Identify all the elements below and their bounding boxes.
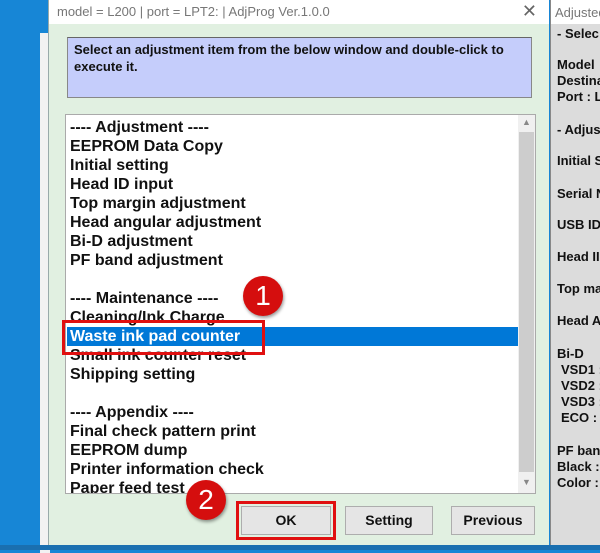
list-item[interactable]: EEPROM dump — [70, 441, 187, 460]
scroll-down-icon[interactable]: ▼ — [518, 477, 535, 487]
window-title: model = L200 | port = LPT2: | AdjProg Ve… — [57, 4, 330, 19]
list-item[interactable]: Head angular adjustment — [70, 213, 261, 232]
right-window-line: PF ban — [557, 443, 600, 458]
right-window-line: VSD2 : — [561, 378, 600, 393]
close-icon[interactable]: ✕ — [522, 1, 537, 22]
highlight-box-ok — [236, 501, 336, 540]
right-window-line: Serial N — [557, 186, 600, 201]
right-window-line: Port : L — [557, 89, 600, 104]
scrollbar[interactable]: ▲ ▼ — [518, 115, 535, 493]
right-window-line: Model — [557, 57, 595, 72]
step-badge-1: 1 — [243, 276, 283, 316]
highlight-box-selected-item — [62, 320, 265, 355]
list-item[interactable]: Bi-D adjustment — [70, 232, 193, 251]
scroll-thumb[interactable] — [519, 132, 534, 472]
list-item[interactable]: Shipping setting — [70, 365, 195, 384]
right-window-line: Head A — [557, 313, 600, 328]
list-item[interactable]: Printer information check — [70, 460, 264, 479]
right-window-line: Black : — [557, 459, 600, 474]
right-window-line: VSD3 : — [561, 394, 600, 409]
list-item[interactable]: Final check pattern print — [70, 422, 256, 441]
right-window-line: Head II — [557, 249, 600, 264]
previous-button[interactable]: Previous — [451, 506, 535, 535]
right-window-line: ECO : — [561, 410, 598, 425]
list-item[interactable]: Paper feed test — [70, 479, 185, 493]
right-window-line: Destina — [557, 73, 600, 88]
adjusted-items-window: Adjusted - Selec ModelDestinaPort : L - Ad… — [550, 0, 600, 550]
adjprog-window: model = L200 | port = LPT2: | AdjProg Ve… — [48, 0, 549, 545]
right-window-line: Initial S — [557, 153, 600, 168]
right-window-line: Top ma — [557, 281, 600, 296]
list-item[interactable]: PF band adjustment — [70, 251, 223, 270]
right-window-line: - Selec — [557, 26, 599, 41]
list-item[interactable]: Top margin adjustment — [70, 194, 246, 213]
list-item[interactable]: EEPROM Data Copy — [70, 137, 223, 156]
list-item[interactable]: Head ID input — [70, 175, 173, 194]
list-item[interactable]: ---- Maintenance ---- — [70, 289, 218, 308]
setting-button[interactable]: Setting — [345, 506, 433, 535]
right-window-line: VSD1 : — [561, 362, 600, 377]
right-window-line: Color : — [557, 475, 599, 490]
scroll-up-icon[interactable]: ▲ — [518, 117, 535, 127]
right-window-line: USB ID — [557, 217, 600, 232]
list-item[interactable]: ---- Adjustment ---- — [70, 118, 209, 137]
step-badge-2: 2 — [186, 480, 226, 520]
right-window-title: Adjusted — [551, 0, 600, 24]
title-bar: model = L200 | port = LPT2: | AdjProg Ve… — [49, 0, 549, 24]
taskbar-edge — [0, 545, 600, 550]
right-window-line: Bi-D — [557, 346, 584, 361]
right-window-line: - Adjus — [557, 122, 600, 137]
instruction-box: Select an adjustment item from the below… — [67, 37, 532, 98]
list-item[interactable]: Initial setting — [70, 156, 169, 175]
adjustment-list[interactable]: ---- Adjustment ---- EEPROM Data Copy Init… — [65, 114, 536, 494]
list-item[interactable]: ---- Appendix ---- — [70, 403, 194, 422]
